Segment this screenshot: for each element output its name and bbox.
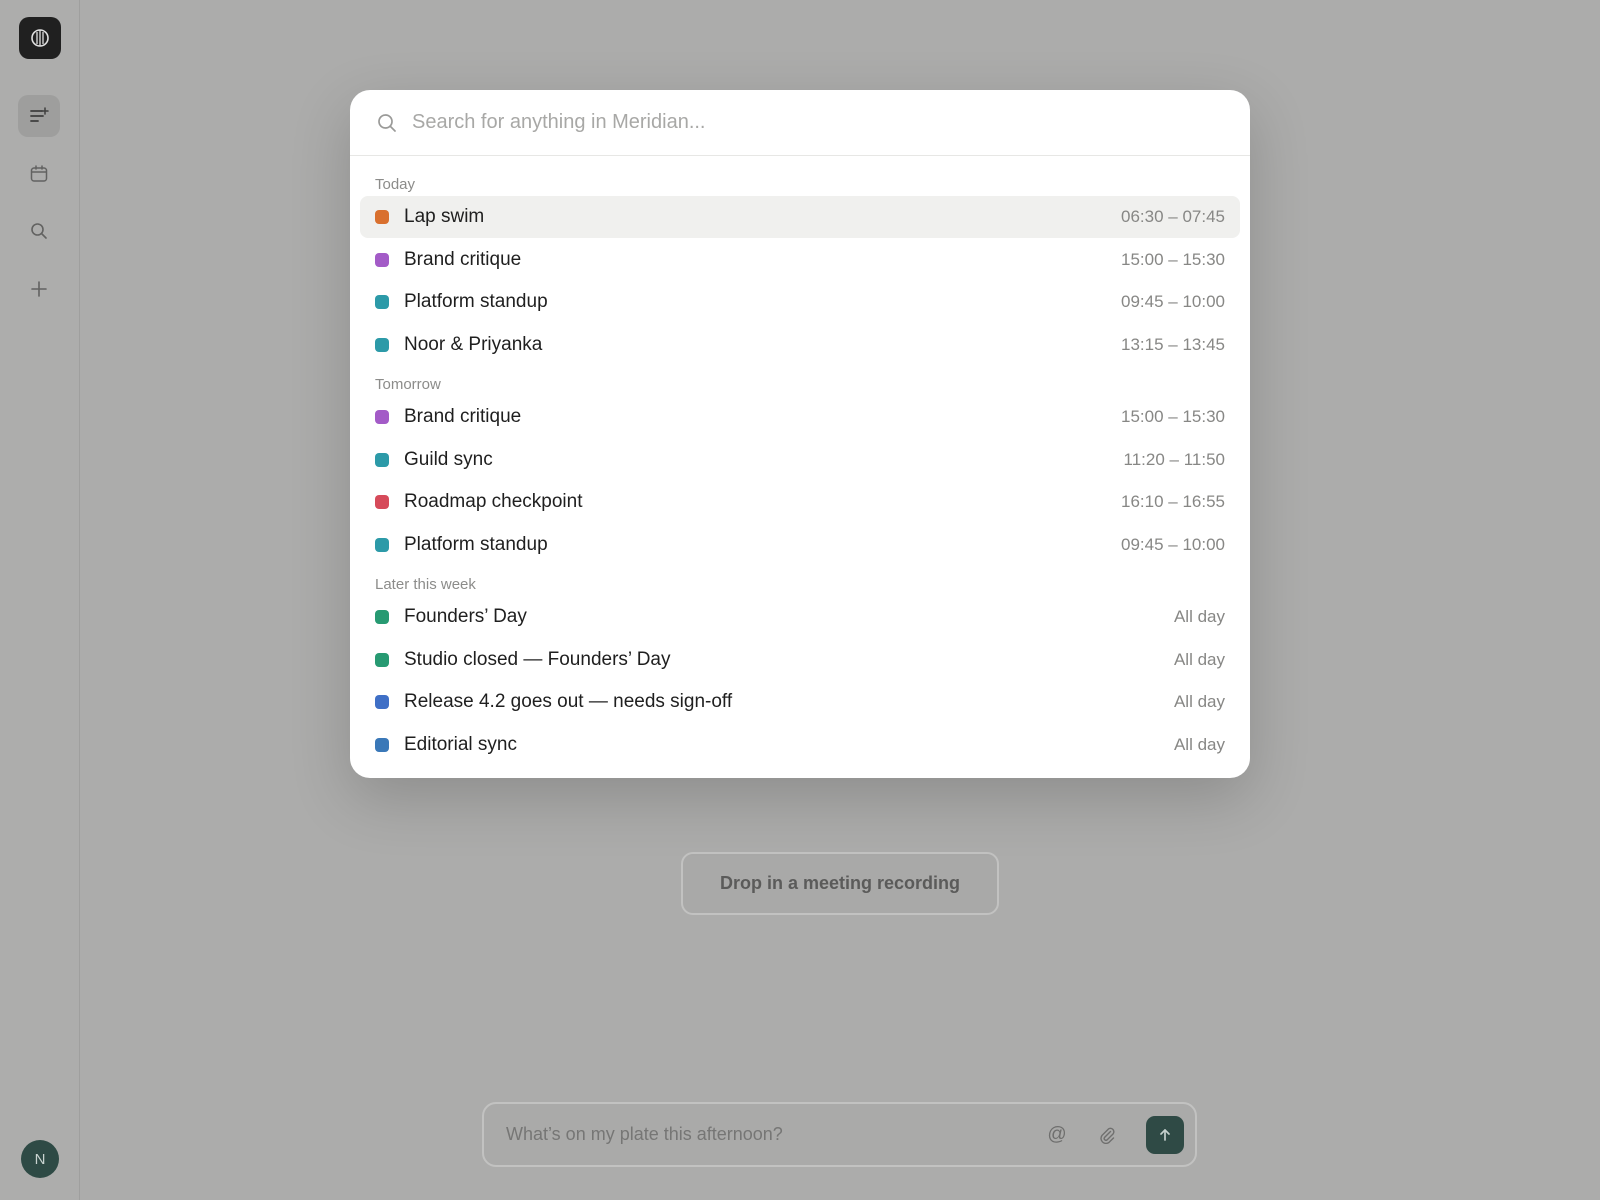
logo-icon (31, 29, 49, 47)
result-title: Founders’ Day (404, 606, 527, 627)
result-row[interactable]: Noor & Priyanka 13:15 – 13:45 (360, 324, 1240, 366)
result-time: All day (1173, 692, 1225, 711)
plus-icon (31, 281, 47, 297)
calendar-color-dot (375, 737, 389, 752)
app: N Drop in a meeting recording What’s on … (0, 0, 1600, 1200)
result-row[interactable]: Studio closed — Founders’ Day All day (360, 639, 1240, 681)
sidebar-item-chats[interactable] (18, 95, 60, 137)
result-title: Roadmap checkpoint (404, 491, 583, 512)
result-row[interactable]: Founders’ Day All day (360, 596, 1240, 638)
result-title: Noor & Priyanka (404, 333, 543, 355)
section-label: Today (375, 176, 416, 193)
calendar-color-dot (375, 452, 389, 467)
calendar-color-dot (375, 610, 389, 624)
result-title: Studio closed — Founders’ Day (404, 648, 671, 670)
result-time: All day (1173, 607, 1225, 626)
palette-results: Today Lap swim 06:30 – 07:45 Brand critique… (350, 156, 1250, 766)
calendar-icon (30, 165, 48, 182)
result-time: 15:00 – 15:30 (1121, 407, 1225, 426)
result-row[interactable]: Lap swim 06:30 – 07:45 (360, 196, 1240, 238)
arrow-up-icon (1160, 1129, 1170, 1141)
calendar-color-dot (375, 695, 389, 709)
result-time: 13:15 – 13:45 (1121, 334, 1225, 354)
sidebar-item-search[interactable] (18, 210, 60, 252)
palette-search-input[interactable] (412, 111, 1192, 134)
result-title: Platform standup (404, 533, 548, 555)
result-row[interactable]: Editorial sync All day (360, 724, 1240, 766)
result-time: All day (1173, 649, 1225, 669)
command-palette: Today Lap swim 06:30 – 07:45 Brand critique… (350, 90, 1250, 778)
result-row[interactable]: Guild sync 11:20 – 11:50 (360, 439, 1240, 481)
result-title: Release 4.2 goes out — needs sign-off (404, 691, 733, 712)
composer-input[interactable]: What’s on my plate this afternoon? (506, 1124, 1006, 1145)
result-row[interactable]: Platform standup 09:45 – 10:00 (360, 524, 1240, 566)
result-time: 06:30 – 07:45 (1121, 207, 1225, 226)
section-label: Later this week (375, 576, 476, 593)
result-time: 09:45 – 10:00 (1121, 534, 1225, 554)
mention-button[interactable]: @ (1044, 1122, 1070, 1148)
result-row[interactable]: Platform standup 09:45 – 10:00 (360, 281, 1240, 323)
calendar-color-dot (375, 537, 389, 552)
calendar-color-dot (375, 210, 389, 224)
search-icon (378, 113, 396, 132)
calendar-color-dot (375, 652, 389, 667)
avatar-initial: N (34, 1150, 46, 1168)
calendar-color-dot (375, 295, 389, 309)
result-time: 15:00 – 15:30 (1121, 249, 1225, 269)
sidebar: N (0, 0, 80, 1200)
result-time: 11:20 – 11:50 (1123, 449, 1225, 469)
result-time: All day (1173, 734, 1225, 754)
result-time: 09:45 – 10:00 (1121, 292, 1225, 311)
result-row[interactable]: Brand critique 15:00 – 15:30 (360, 239, 1240, 281)
palette-search-bar (350, 90, 1250, 156)
menu-icon (30, 107, 49, 122)
drop-recording-label: Drop in a meeting recording (719, 873, 961, 893)
app-logo[interactable] (19, 17, 61, 59)
user-avatar[interactable]: N (21, 1140, 59, 1178)
at-icon: @ (1047, 1124, 1067, 1145)
sidebar-item-calendar[interactable] (18, 153, 60, 195)
result-row[interactable]: Brand critique 15:00 – 15:30 (360, 396, 1240, 438)
drop-recording-button[interactable]: Drop in a meeting recording (681, 852, 999, 915)
result-row[interactable]: Roadmap checkpoint 16:10 – 16:55 (360, 481, 1240, 523)
section-label: Tomorrow (375, 376, 441, 393)
attach-button[interactable] (1094, 1122, 1120, 1148)
calendar-color-dot (375, 495, 389, 509)
result-title: Platform standup (404, 291, 548, 312)
result-title: Guild sync (404, 448, 493, 470)
result-time: 16:10 – 16:55 (1121, 492, 1225, 511)
result-title: Brand critique (404, 248, 522, 270)
result-title: Editorial sync (404, 733, 517, 755)
search-icon (31, 223, 47, 239)
result-row[interactable]: Release 4.2 goes out — needs sign-off All… (360, 681, 1240, 723)
composer: What’s on my plate this afternoon? @ (482, 1102, 1197, 1167)
sidebar-item-new[interactable] (18, 268, 60, 310)
send-button[interactable] (1146, 1116, 1184, 1154)
calendar-color-dot (375, 252, 389, 267)
calendar-color-dot (375, 410, 389, 424)
paperclip-icon (1100, 1127, 1115, 1144)
result-title: Lap swim (404, 206, 485, 227)
calendar-color-dot (375, 337, 389, 352)
result-title: Brand critique (404, 406, 522, 427)
